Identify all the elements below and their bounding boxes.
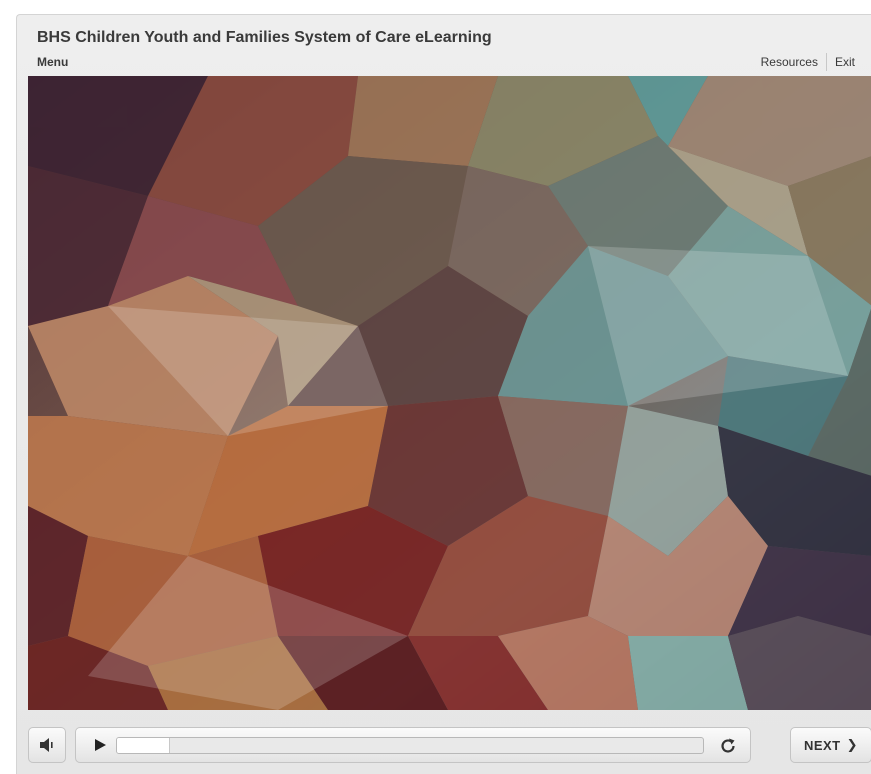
- next-label: NEXT: [803, 737, 841, 753]
- slide-background-image: [28, 76, 871, 710]
- menu-link[interactable]: Menu: [37, 55, 68, 69]
- course-title: BHS Children Youth and Families System o…: [37, 29, 492, 46]
- replay-icon: [721, 738, 735, 753]
- exit-link[interactable]: Exit: [827, 55, 863, 69]
- volume-button[interactable]: [28, 727, 66, 763]
- play-button[interactable]: [90, 735, 110, 755]
- slide-stage: [28, 76, 871, 710]
- seek-progress: [117, 738, 170, 753]
- playback-controls: [75, 727, 751, 763]
- seek-bar[interactable]: [116, 737, 704, 754]
- resources-link[interactable]: Resources: [753, 55, 826, 69]
- speaker-icon: [40, 738, 53, 752]
- top-links: Resources Exit: [753, 53, 863, 71]
- playback-bar: NEXT ❯: [28, 725, 871, 765]
- replay-button[interactable]: [718, 736, 738, 756]
- next-button[interactable]: NEXT ❯: [790, 727, 871, 763]
- play-icon: [95, 739, 106, 751]
- course-player: BHS Children Youth and Families System o…: [16, 14, 871, 774]
- chevron-right-icon: ❯: [846, 737, 859, 752]
